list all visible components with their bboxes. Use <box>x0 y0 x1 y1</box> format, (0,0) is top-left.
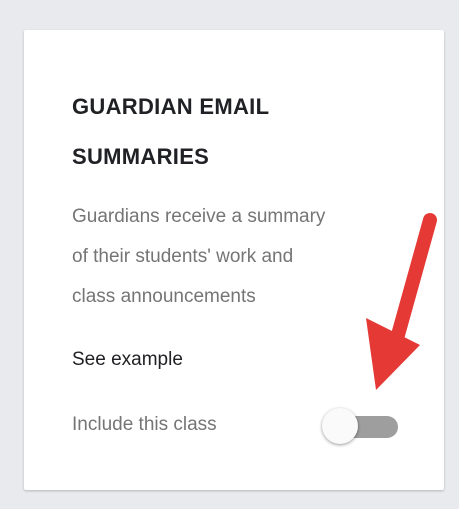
toggle-thumb <box>322 408 358 444</box>
include-class-toggle[interactable] <box>322 408 398 444</box>
card-title-line-2: SUMMARIES <box>72 144 210 169</box>
see-example-link[interactable]: See example <box>72 345 183 375</box>
red-arrow-icon <box>366 213 437 390</box>
card-title-line-1: GUARDIAN EMAIL <box>72 94 270 119</box>
include-class-label: Include this class <box>72 414 217 435</box>
card-title: GUARDIAN EMAIL SUMMARIES <box>72 82 332 182</box>
